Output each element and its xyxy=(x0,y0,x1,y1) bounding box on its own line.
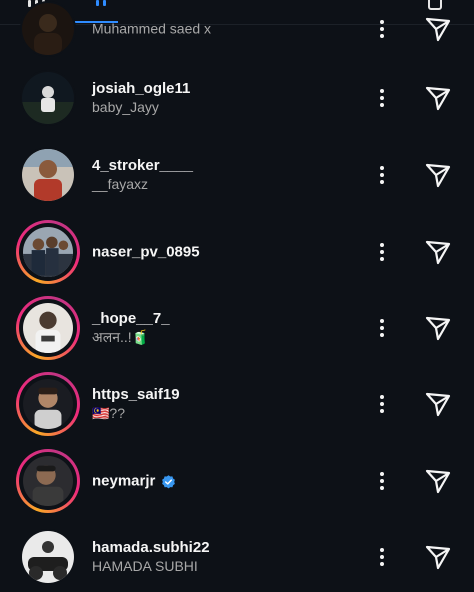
more-vertical-icon[interactable] xyxy=(370,17,394,41)
username: hamada.subhi22 xyxy=(92,539,210,556)
verified-badge-icon xyxy=(162,474,176,488)
avatar[interactable] xyxy=(20,1,76,57)
more-vertical-icon[interactable] xyxy=(370,545,394,569)
send-icon[interactable] xyxy=(423,14,453,44)
account-row[interactable]: neymarjr xyxy=(0,446,474,516)
avatar[interactable] xyxy=(20,529,76,585)
avatar-story-ring[interactable] xyxy=(16,449,80,513)
send-icon[interactable] xyxy=(423,160,453,190)
send-icon[interactable] xyxy=(423,466,453,496)
send-icon[interactable] xyxy=(423,237,453,267)
avatar-story-ring[interactable] xyxy=(16,372,80,436)
username: naser_pv_0895 xyxy=(92,243,200,261)
avatar[interactable] xyxy=(20,70,76,126)
full-name: HAMADA SUBHI xyxy=(92,558,198,574)
full-name: अलन..!🧃 xyxy=(92,329,150,345)
full-name: baby_Jayy xyxy=(92,99,159,115)
username: https_saif19 xyxy=(92,386,180,403)
send-icon[interactable] xyxy=(423,542,453,572)
more-vertical-icon[interactable] xyxy=(370,316,394,340)
send-icon[interactable] xyxy=(423,313,453,343)
more-vertical-icon[interactable] xyxy=(370,86,394,110)
username-text: neymarjr xyxy=(92,472,156,490)
send-icon[interactable] xyxy=(423,389,453,419)
username: neymarjr xyxy=(92,472,176,491)
avatar[interactable] xyxy=(20,147,76,203)
account-row[interactable]: josiah_ogle11 baby_Jayy xyxy=(0,63,474,133)
send-icon[interactable] xyxy=(423,83,453,113)
more-vertical-icon[interactable] xyxy=(370,163,394,187)
full-name: Muhammed saed x xyxy=(92,20,212,37)
more-vertical-icon[interactable] xyxy=(370,392,394,416)
more-vertical-icon[interactable] xyxy=(370,469,394,493)
account-row[interactable]: 4_stroker____ __fayaxz xyxy=(0,140,474,210)
more-vertical-icon[interactable] xyxy=(370,240,394,264)
avatar-story-ring[interactable] xyxy=(16,296,80,360)
username: _hope__7_ xyxy=(92,310,170,327)
account-row[interactable]: Muhammed saed x xyxy=(0,0,474,64)
full-name: __fayaxz xyxy=(92,176,149,192)
full-name: 🇲🇾?? xyxy=(92,405,126,421)
username: josiah_ogle11 xyxy=(92,80,191,97)
account-row[interactable]: _hope__7_ अलन..!🧃 xyxy=(0,293,474,363)
avatar-story-ring[interactable] xyxy=(16,220,80,284)
account-row[interactable]: hamada.subhi22 HAMADA SUBHI xyxy=(0,522,474,592)
username: 4_stroker____ xyxy=(92,157,193,174)
account-row[interactable]: naser_pv_0895 xyxy=(0,217,474,287)
account-row[interactable]: https_saif19 🇲🇾?? xyxy=(0,369,474,439)
